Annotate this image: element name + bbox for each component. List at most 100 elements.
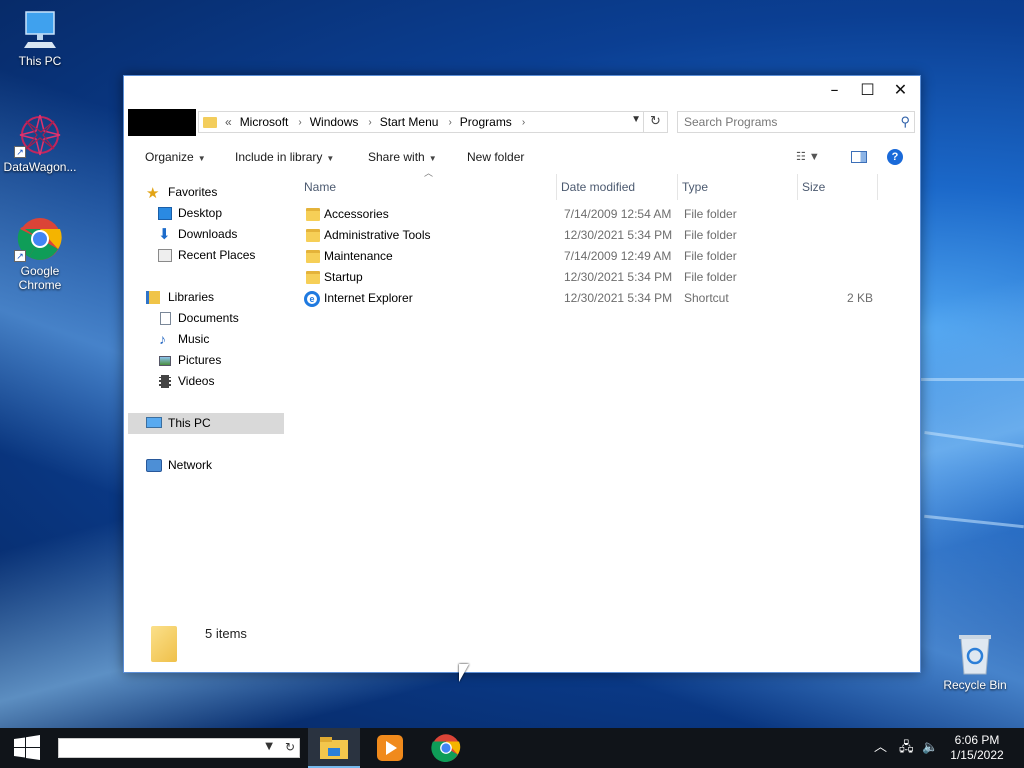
- refresh-icon: ↻: [650, 114, 661, 129]
- documents-icon: [160, 312, 171, 325]
- chevron-down-icon: ▼: [326, 154, 335, 163]
- breadcrumb-separator-icon[interactable]: ›: [298, 117, 301, 128]
- preview-pane-icon[interactable]: [851, 151, 867, 163]
- taskbar-media-player[interactable]: [364, 728, 416, 768]
- start-button[interactable]: [0, 728, 54, 768]
- search-icon[interactable]: ⚲: [900, 112, 910, 132]
- breadcrumb-programs[interactable]: Programs: [460, 115, 512, 129]
- search-input[interactable]: Search Programs ⚲: [677, 111, 915, 133]
- file-explorer-icon: [320, 737, 348, 759]
- column-header-name[interactable]: Name: [300, 174, 557, 200]
- desktop-icon-datawagon[interactable]: ↗ DataWagon...: [0, 112, 80, 174]
- file-name: Startup: [324, 270, 363, 284]
- file-name: Maintenance: [324, 249, 393, 263]
- download-arrow-icon: ⬇: [158, 226, 171, 243]
- libraries-icon: [146, 291, 160, 304]
- network-icon: [146, 459, 162, 472]
- column-header-size[interactable]: Size: [798, 174, 878, 200]
- address-overflow-chevron[interactable]: «: [225, 115, 232, 129]
- internet-explorer-icon: e: [304, 291, 320, 307]
- address-dropdown-icon[interactable]: ▼: [631, 114, 641, 125]
- address-bar[interactable]: « Microsoft › Windows › Start Menu › Pro…: [198, 111, 644, 133]
- title-bar[interactable]: – ☐ ✕: [124, 76, 920, 104]
- recent-places-icon: [158, 249, 172, 262]
- chevron-down-icon[interactable]: ▼: [265, 741, 273, 752]
- show-hidden-icons-chevron-icon[interactable]: ︿: [874, 728, 887, 768]
- folder-icon: [306, 229, 320, 242]
- computer-icon: [146, 417, 162, 428]
- computer-icon: [24, 11, 56, 48]
- nav-libraries[interactable]: Libraries: [128, 287, 284, 308]
- breadcrumb-start-menu[interactable]: Start Menu: [380, 115, 439, 129]
- column-header-date-modified[interactable]: Date modified: [557, 174, 678, 200]
- breadcrumb-separator-icon[interactable]: ›: [448, 117, 451, 128]
- nav-documents[interactable]: Documents: [128, 308, 284, 329]
- nav-videos[interactable]: Videos: [128, 371, 284, 392]
- desktop-icon-this-pc[interactable]: This PC: [0, 10, 80, 68]
- breadcrumb-microsoft[interactable]: Microsoft: [240, 115, 289, 129]
- chevron-down-icon: ▼: [197, 154, 206, 163]
- recycle-bin-icon: [959, 635, 991, 675]
- folder-icon: [306, 250, 320, 263]
- file-date: 12/30/2021 5:34 PM: [564, 291, 673, 305]
- file-list[interactable]: ︿ Name Date modified Type Size Accessori…: [300, 168, 900, 594]
- taskbar-file-explorer[interactable]: [308, 728, 360, 768]
- taskbar-search-input[interactable]: ▼ ↻: [58, 738, 300, 758]
- help-icon[interactable]: ?: [887, 149, 903, 165]
- desktop-icon-label: Recycle Bin: [943, 678, 1007, 692]
- file-row-administrative-tools[interactable]: Administrative Tools 12/30/2021 5:34 PM …: [300, 225, 900, 246]
- nav-desktop[interactable]: Desktop: [128, 203, 284, 224]
- folder-icon: [151, 626, 177, 662]
- folder-icon: [306, 271, 320, 284]
- column-header-type[interactable]: Type: [678, 174, 798, 200]
- film-icon: [159, 375, 171, 388]
- maximize-button[interactable]: ☐: [851, 76, 884, 104]
- new-folder-button[interactable]: New folder: [467, 150, 524, 164]
- navigation-buttons-redacted[interactable]: [128, 109, 196, 136]
- minimize-button[interactable]: –: [818, 76, 851, 104]
- mouse-cursor-icon: [459, 664, 469, 682]
- desktop-icon-google-chrome[interactable]: ↗ Google Chrome: [0, 216, 80, 292]
- nav-pictures[interactable]: Pictures: [128, 350, 284, 371]
- nav-music[interactable]: ♪ Music: [128, 329, 284, 350]
- desktop-icon-recycle-bin[interactable]: Recycle Bin: [935, 632, 1015, 692]
- nav-this-pc[interactable]: This PC: [128, 413, 284, 434]
- file-size: 2 KB: [847, 291, 874, 305]
- address-row: « Microsoft › Windows › Start Menu › Pro…: [124, 109, 920, 136]
- refresh-button[interactable]: ↻: [644, 111, 668, 133]
- desktop-icon-label: DataWagon...: [3, 160, 77, 174]
- file-date: 7/14/2009 12:54 AM: [564, 207, 672, 221]
- system-clock[interactable]: 6:06 PM 1/15/2022: [936, 733, 1018, 763]
- items-count: 5 items: [205, 626, 247, 641]
- file-type: File folder: [684, 249, 737, 263]
- share-with-button[interactable]: Share with ▼: [368, 150, 437, 164]
- file-row-startup[interactable]: Startup 12/30/2021 5:34 PM File folder: [300, 267, 900, 288]
- command-bar: Organize ▼ Include in library ▼ Share with…: [124, 142, 920, 172]
- breadcrumb-separator-icon[interactable]: ›: [368, 117, 371, 128]
- include-in-library-button[interactable]: Include in library ▼: [235, 150, 334, 164]
- file-type: File folder: [684, 207, 737, 221]
- chevron-down-icon: ▼: [428, 154, 437, 163]
- file-row-maintenance[interactable]: Maintenance 7/14/2009 12:49 AM File fold…: [300, 246, 900, 267]
- file-row-internet-explorer[interactable]: e Internet Explorer 12/30/2021 5:34 PM S…: [300, 288, 900, 309]
- refresh-icon[interactable]: ↻: [285, 740, 295, 754]
- media-player-icon: [377, 735, 403, 761]
- file-row-accessories[interactable]: Accessories 7/14/2009 12:54 AM File fold…: [300, 204, 900, 225]
- network-status-icon[interactable]: 🖧: [899, 728, 914, 768]
- file-date: 7/14/2009 12:49 AM: [564, 249, 672, 263]
- breadcrumb-windows[interactable]: Windows: [310, 115, 359, 129]
- search-placeholder: Search Programs: [684, 115, 778, 129]
- organize-button[interactable]: Organize ▼: [145, 150, 206, 164]
- close-button[interactable]: ✕: [884, 76, 917, 104]
- nav-favorites[interactable]: ★ Favorites: [128, 182, 284, 203]
- change-view-icon[interactable]: ☷ ▼: [796, 150, 820, 163]
- nav-downloads[interactable]: ⬇ Downloads: [128, 224, 284, 245]
- taskbar-google-chrome[interactable]: [420, 728, 472, 768]
- nav-recent-places[interactable]: Recent Places: [128, 245, 284, 266]
- nav-network[interactable]: Network: [128, 455, 284, 476]
- explorer-window[interactable]: – ☐ ✕ « Microsoft › Windows › Start Menu…: [123, 75, 921, 673]
- file-date: 12/30/2021 5:34 PM: [564, 228, 673, 242]
- file-name: Accessories: [324, 207, 389, 221]
- file-type: File folder: [684, 228, 737, 242]
- breadcrumb-separator-icon[interactable]: ›: [522, 117, 525, 128]
